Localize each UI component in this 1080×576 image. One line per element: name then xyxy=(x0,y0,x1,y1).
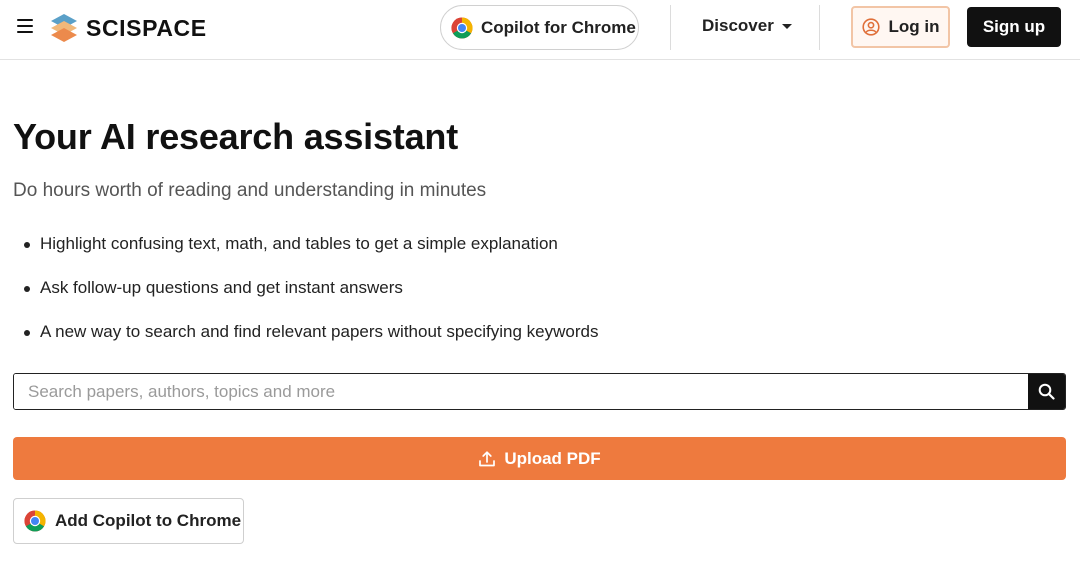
feature-text: A new way to search and find relevant pa… xyxy=(40,322,599,341)
copilot-for-chrome-button[interactable]: Copilot for Chrome xyxy=(440,5,639,50)
search-button[interactable] xyxy=(1028,374,1065,409)
list-item: A new way to search and find relevant pa… xyxy=(24,322,598,366)
search-bar xyxy=(13,373,1066,410)
top-navbar: SCISPACE Copilot for Chrome Discover Log… xyxy=(0,0,1080,60)
nav-divider xyxy=(670,5,671,50)
copilot-label: Copilot for Chrome xyxy=(481,17,636,37)
nav-divider xyxy=(819,5,820,50)
upload-label: Upload PDF xyxy=(504,448,601,468)
chrome-icon xyxy=(24,510,46,532)
signup-button[interactable]: Sign up xyxy=(967,7,1061,47)
user-circle-icon xyxy=(861,18,880,36)
scispace-logo-icon xyxy=(51,14,77,42)
login-label: Log in xyxy=(888,17,940,36)
bullet-icon xyxy=(24,330,30,336)
list-item: Highlight confusing text, math, and tabl… xyxy=(24,234,598,278)
bullet-icon xyxy=(24,242,30,248)
brand-name: SCISPACE xyxy=(86,14,207,41)
discover-dropdown[interactable]: Discover xyxy=(702,16,792,36)
upload-icon xyxy=(479,450,496,466)
discover-label: Discover xyxy=(702,16,774,35)
brand-logo[interactable]: SCISPACE xyxy=(50,12,207,44)
upload-pdf-button[interactable]: Upload PDF xyxy=(13,437,1066,480)
hamburger-menu-icon[interactable] xyxy=(17,19,33,33)
chrome-icon xyxy=(451,16,473,39)
bullet-icon xyxy=(24,286,30,292)
search-input[interactable] xyxy=(14,374,1028,409)
feature-text: Ask follow-up questions and get instant … xyxy=(40,278,403,297)
login-button[interactable]: Log in xyxy=(851,6,950,48)
add-copilot-label: Add Copilot to Chrome xyxy=(55,511,242,530)
feature-list: Highlight confusing text, math, and tabl… xyxy=(24,234,598,366)
chevron-down-icon xyxy=(781,23,792,29)
add-copilot-to-chrome-button[interactable]: Add Copilot to Chrome xyxy=(13,498,244,544)
list-item: Ask follow-up questions and get instant … xyxy=(24,278,598,322)
page-subtitle: Do hours worth of reading and understand… xyxy=(13,180,487,201)
page-title: Your AI research assistant xyxy=(13,116,458,157)
search-icon xyxy=(1038,383,1055,400)
feature-text: Highlight confusing text, math, and tabl… xyxy=(40,234,558,253)
